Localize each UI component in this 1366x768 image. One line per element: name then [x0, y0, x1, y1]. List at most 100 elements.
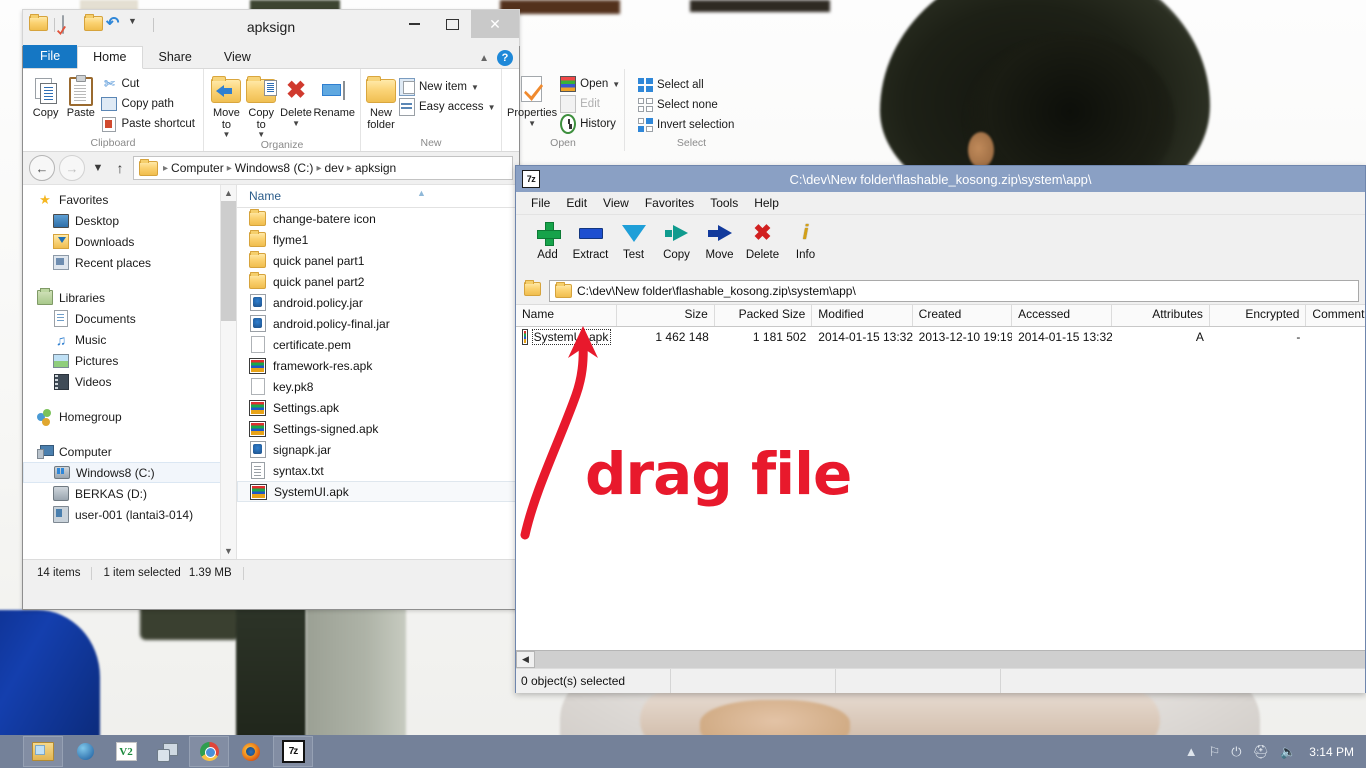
new-item-button[interactable]: New item ▼ — [396, 78, 498, 96]
list-item-selected[interactable]: SystemUI.apk — [237, 481, 516, 502]
sevenzip-window[interactable]: 7z C:\dev\New folder\flashable_kosong.zi… — [515, 165, 1366, 693]
column-header-packed-size[interactable]: Packed Size — [715, 305, 813, 326]
sidebar-item-pictures[interactable]: Pictures — [23, 350, 236, 371]
copy-button[interactable]: Copy — [28, 72, 63, 120]
chevron-down-icon[interactable]: ▼ — [257, 130, 265, 139]
sidebar-item-user-001[interactable]: user-001 (lantai3-014) — [23, 504, 236, 525]
select-none-button[interactable]: Select none — [634, 96, 737, 114]
sidebar-item-downloads[interactable]: Downloads — [23, 231, 236, 252]
sidebar-item-libraries[interactable]: Libraries — [23, 287, 236, 308]
scrollbar-thumb[interactable] — [221, 201, 236, 321]
recent-locations-icon[interactable]: ▼ — [89, 156, 107, 180]
sevenzip-path-field[interactable]: C:\dev\New folder\flashable_kosong.zip\s… — [549, 280, 1359, 302]
close-button[interactable]: ✕ — [471, 10, 519, 38]
sidebar-item-desktop[interactable]: Desktop — [23, 210, 236, 231]
list-item[interactable]: Settings.apk — [237, 397, 519, 418]
breadcrumb-item-apksign[interactable]: apksign — [355, 161, 396, 175]
chevron-down-icon[interactable]: ▼ — [488, 103, 496, 112]
breadcrumb-item-windows8-c[interactable]: Windows8 (C:) — [235, 161, 314, 175]
list-item[interactable]: android.policy-final.jar — [237, 313, 519, 334]
scrollbar-thumb[interactable] — [535, 652, 1210, 667]
chevron-down-icon[interactable]: ▼ — [292, 119, 300, 128]
help-icon[interactable]: ? — [497, 50, 513, 66]
sevenzip-column-headers[interactable]: Name Size Packed Size Modified Created A… — [516, 304, 1365, 327]
show-hidden-icons-icon[interactable]: ▲ — [1185, 744, 1198, 759]
open-button[interactable]: Open ▼ — [557, 75, 623, 93]
sidebar-item-homegroup[interactable]: Homegroup — [23, 406, 236, 427]
menu-tools[interactable]: Tools — [702, 194, 746, 212]
list-item[interactable]: change-batere icon — [237, 208, 519, 229]
cell-name[interactable]: SystemUI.apk — [516, 329, 617, 345]
scroll-up-icon[interactable]: ▲ — [221, 185, 236, 201]
network-icon[interactable]: ⛑ — [1253, 744, 1270, 760]
taskbar-item-v2[interactable]: V2 — [107, 737, 145, 766]
taskbar-item-firefox[interactable] — [232, 737, 270, 766]
tab-home[interactable]: Home — [77, 46, 143, 69]
breadcrumb[interactable]: ▸ Computer ▸ Windows8 (C:) ▸ dev ▸ apksi… — [133, 156, 513, 180]
add-button[interactable]: Add — [526, 220, 569, 261]
column-header-comment[interactable]: Comment — [1306, 305, 1365, 326]
taskbar[interactable]: V2 7z ▲ ⚐ ⏻ ⛑ 🔈 3:14 PM — [0, 735, 1366, 768]
sidebar-item-favorites[interactable]: ★ Favorites — [23, 189, 236, 210]
sidebar-item-computer[interactable]: Computer — [23, 441, 236, 462]
list-item[interactable]: Settings-signed.apk — [237, 418, 519, 439]
history-button[interactable]: History — [557, 114, 623, 134]
taskbar-item-7zip[interactable]: 7z — [273, 736, 313, 767]
scroll-left-icon[interactable]: ◀ — [516, 651, 535, 668]
paste-shortcut-button[interactable]: Paste shortcut — [98, 115, 198, 133]
navigation-pane[interactable]: ★ Favorites Desktop Downloads Recent pla… — [23, 185, 236, 559]
sidebar-item-windows8-c[interactable]: Windows8 (C:) — [23, 462, 234, 483]
list-item[interactable]: key.pk8 — [237, 376, 519, 397]
sidebar-item-music[interactable]: ♫ Music — [23, 329, 236, 350]
sevenzip-address-bar[interactable]: C:\dev\New folder\flashable_kosong.zip\s… — [516, 278, 1365, 304]
delete-button[interactable]: ✖ Delete ▼ — [279, 72, 314, 128]
column-header-modified[interactable]: Modified — [812, 305, 913, 326]
chevron-down-icon[interactable]: ▼ — [528, 119, 536, 128]
tab-share[interactable]: Share — [143, 47, 208, 68]
chevron-up-icon[interactable]: ▲ — [479, 53, 489, 64]
list-item[interactable]: quick panel part1 — [237, 250, 519, 271]
system-tray[interactable]: ▲ ⚐ ⏻ ⛑ 🔈 3:14 PM — [1185, 744, 1366, 760]
taskbar-item-chrome[interactable] — [189, 736, 229, 767]
sidebar-item-documents[interactable]: Documents — [23, 308, 236, 329]
menu-edit[interactable]: Edit — [558, 194, 595, 212]
volume-icon[interactable]: 🔈 — [1280, 744, 1296, 760]
taskbar-item-opera[interactable] — [66, 737, 104, 766]
select-all-button[interactable]: Select all — [634, 76, 737, 94]
sevenzip-horizontal-scrollbar[interactable]: ◀ — [516, 650, 1365, 668]
column-header-created[interactable]: Created — [913, 305, 1013, 326]
address-bar[interactable]: ← → ▼ ↑ ▸ Computer ▸ Windows8 (C:) ▸ dev… — [23, 152, 519, 184]
file-explorer-window[interactable]: ↶ ▼ apksign ✕ File Home Share View ▲ ? C… — [22, 9, 734, 610]
menu-view[interactable]: View — [595, 194, 637, 212]
breadcrumb-item-dev[interactable]: dev — [324, 161, 343, 175]
column-header-name[interactable]: Name — [249, 189, 281, 203]
properties-button[interactable]: Properties ▼ — [507, 72, 557, 128]
flag-icon[interactable]: ⚐ — [1209, 744, 1221, 760]
file-list-pane[interactable]: Name ▲ change-batere icon flyme1 quick p… — [236, 185, 519, 559]
forward-button[interactable]: → — [59, 155, 85, 181]
chevron-down-icon[interactable]: ▼ — [612, 80, 620, 89]
easy-access-button[interactable]: Easy access ▼ — [396, 98, 498, 116]
delete-button[interactable]: ✖ Delete — [741, 220, 784, 262]
list-item[interactable]: flyme1 — [237, 229, 519, 250]
ribbon[interactable]: Copy Paste ✄ Cut Copy path Paste shortcu… — [23, 69, 734, 152]
ribbon-tabs[interactable]: File Home Share View ▲ ? — [23, 45, 519, 69]
ribbon-right-controls[interactable]: ▲ ? — [479, 50, 513, 66]
column-header-name[interactable]: Name — [516, 305, 618, 326]
new-folder-button[interactable]: New folder — [366, 72, 396, 131]
copy-to-button[interactable]: Copy to ▼ — [244, 72, 279, 139]
column-header-attributes[interactable]: Attributes — [1112, 305, 1210, 326]
move-button[interactable]: Move — [698, 220, 741, 261]
sidebar-item-recent-places[interactable]: Recent places — [23, 252, 236, 273]
taskbar-item-file-explorer[interactable] — [23, 736, 63, 767]
explorer-title-bar[interactable]: ↶ ▼ apksign ✕ — [22, 9, 520, 46]
list-item[interactable]: certificate.pem — [237, 334, 519, 355]
rename-button[interactable]: Rename — [313, 72, 355, 120]
sevenzip-title-bar[interactable]: 7z C:\dev\New folder\flashable_kosong.zi… — [516, 166, 1365, 192]
sidebar-item-videos[interactable]: Videos — [23, 371, 236, 392]
breadcrumb-item-computer[interactable]: Computer — [171, 161, 224, 175]
tab-view[interactable]: View — [208, 47, 267, 68]
navigation-scrollbar[interactable]: ▲ ▼ — [220, 185, 236, 559]
menu-favorites[interactable]: Favorites — [637, 194, 702, 212]
up-folder-icon[interactable] — [524, 280, 544, 300]
